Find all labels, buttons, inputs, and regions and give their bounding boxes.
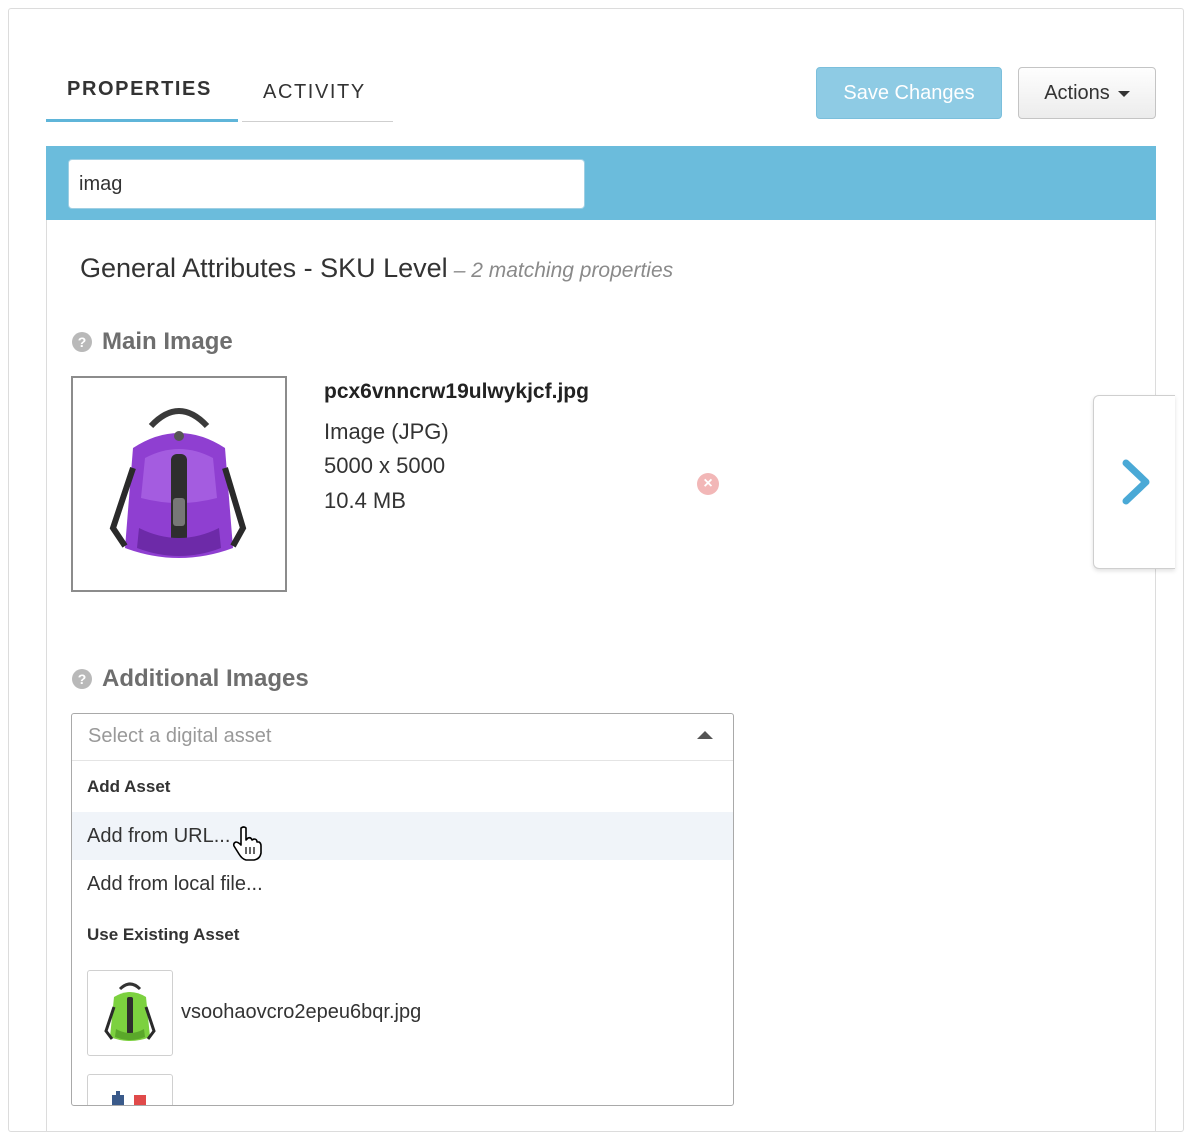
backpack-image (104, 982, 156, 1041)
caret-down-icon (1117, 91, 1130, 97)
digital-asset-dropdown: Select a digital asset Add Asset Add fro… (71, 713, 734, 1106)
asset-thumbnail[interactable] (87, 970, 173, 1056)
digital-asset-select[interactable]: Select a digital asset (72, 714, 733, 761)
additional-images-label-text: Additional Images (102, 665, 309, 692)
main-image-file-type: Image (JPG) (324, 419, 449, 444)
additional-images-label: ? Additional Images (72, 665, 309, 693)
main-image-dimensions: 5000 x 5000 (324, 453, 446, 478)
main-image-thumbnail[interactable] (71, 376, 287, 592)
main-image-file-name: pcx6vnncrw19ulwykjcf.jpg (324, 380, 589, 403)
next-panel-button[interactable] (1093, 395, 1175, 569)
asset-preview-image (112, 1091, 146, 1105)
actions-menu-button[interactable]: Actions (1018, 67, 1156, 119)
tab-properties[interactable]: PROPERTIES (46, 70, 238, 122)
actions-label: Actions (1044, 81, 1110, 104)
help-icon[interactable]: ? (72, 669, 92, 689)
help-icon[interactable]: ? (72, 332, 92, 352)
filter-bar (46, 146, 1156, 220)
group-use-existing-asset: Use Existing Asset (87, 925, 240, 944)
main-image-file-size: 10.4 MB (324, 488, 406, 513)
save-changes-label: Save Changes (843, 81, 975, 104)
hand-pointer-cursor-icon (232, 826, 262, 861)
matching-count: – 2 matching properties (453, 259, 674, 282)
section-title: General Attributes - SKU Level (80, 253, 448, 283)
property-filter-input[interactable] (68, 159, 585, 209)
option-add-from-url[interactable]: Add from URL... (72, 812, 733, 860)
save-changes-button[interactable]: Save Changes (816, 67, 1002, 119)
backpack-image (109, 408, 247, 558)
asset-file-name[interactable]: vsoohaovcro2epeu6bqr.jpg (181, 1001, 421, 1024)
main-image-label: ? Main Image (72, 328, 233, 356)
tab-activity[interactable]: ACTIVITY (242, 70, 393, 122)
main-image-label-text: Main Image (102, 328, 233, 355)
chevron-right-icon (1122, 459, 1149, 505)
asset-thumbnail[interactable] (87, 1074, 173, 1105)
section-heading: General Attributes - SKU Level – 2 matchi… (80, 253, 673, 284)
remove-image-icon[interactable]: × (697, 473, 719, 495)
tab-bar: PROPERTIES ACTIVITY (46, 70, 393, 122)
chevron-up-icon (697, 731, 713, 739)
option-add-from-local-file[interactable]: Add from local file... (72, 860, 733, 908)
group-add-asset: Add Asset (87, 777, 171, 796)
select-placeholder: Select a digital asset (88, 725, 272, 747)
